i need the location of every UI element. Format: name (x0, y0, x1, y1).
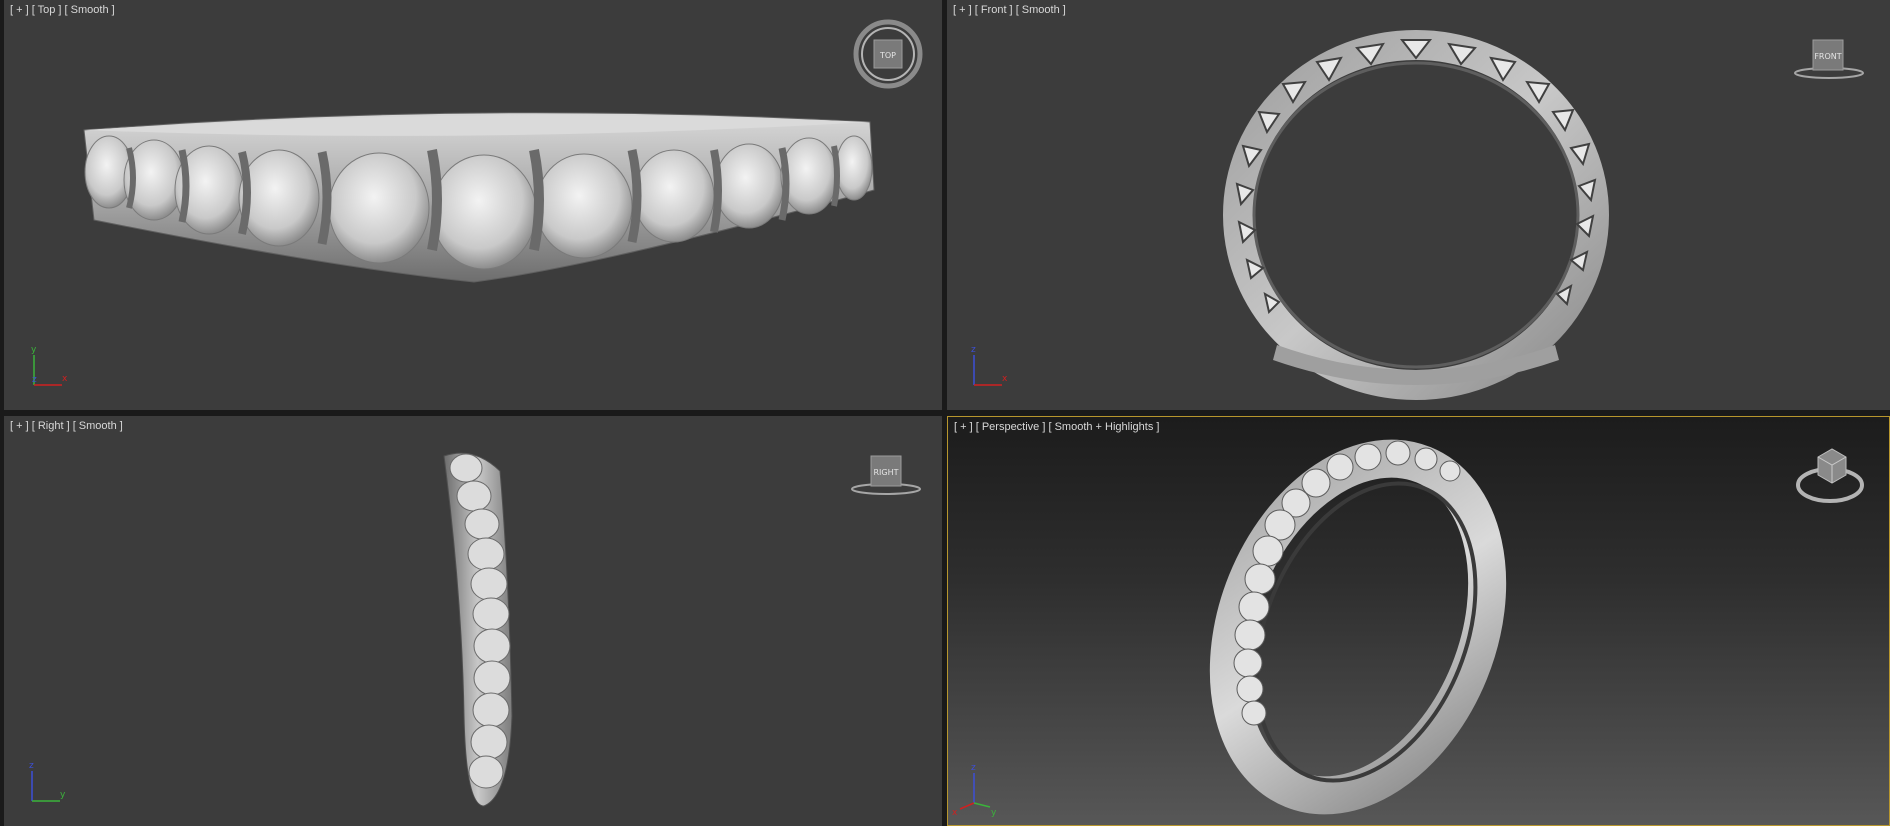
ring-model-top[interactable]: TOP y x z (4, 0, 942, 410)
viewcube-icon[interactable] (1796, 448, 1864, 503)
viewport-perspective[interactable]: [ + ] [ Perspective ] [ Smooth + Highlig… (947, 416, 1890, 826)
svg-text:x: x (62, 374, 68, 384)
gem-row-top (84, 135, 873, 270)
axis-tripod-icon: z x y (952, 763, 997, 818)
viewcube-icon[interactable]: TOP (853, 19, 923, 89)
viewcube-label-top: TOP (879, 51, 896, 60)
viewport-front[interactable]: [ + ] [ Front ] [ Smooth ] FRONT z x (947, 0, 1890, 410)
viewcube-label-front: FRONT (1814, 52, 1841, 61)
svg-text:z: z (971, 763, 976, 773)
svg-text:y: y (60, 790, 66, 800)
viewport-right[interactable]: [ + ] [ Right ] [ Smooth ] RIGHT z y (4, 416, 942, 826)
viewcube-icon[interactable]: FRONT (1794, 39, 1864, 79)
ring-model-perspective[interactable]: z x y (948, 417, 1890, 826)
svg-text:z: z (971, 345, 976, 355)
axis-tripod-icon: z x (971, 345, 1008, 386)
viewcube-label-right: RIGHT (873, 468, 898, 477)
ring-model-right[interactable]: RIGHT z y (4, 416, 942, 826)
svg-text:x: x (1002, 374, 1008, 384)
viewport-top[interactable]: [ + ] [ Top ] [ Smooth ] TOP y x z (4, 0, 942, 410)
svg-text:z: z (29, 761, 34, 771)
axis-tripod-icon: y x z (31, 345, 68, 386)
svg-text:y: y (991, 808, 997, 818)
viewcube-icon[interactable]: RIGHT (851, 455, 921, 495)
axis-tripod-icon: z y (29, 761, 66, 802)
ring-model-front[interactable]: FRONT z x (947, 0, 1890, 410)
svg-text:z: z (32, 375, 37, 385)
svg-text:x: x (952, 808, 958, 818)
svg-text:y: y (31, 345, 37, 355)
